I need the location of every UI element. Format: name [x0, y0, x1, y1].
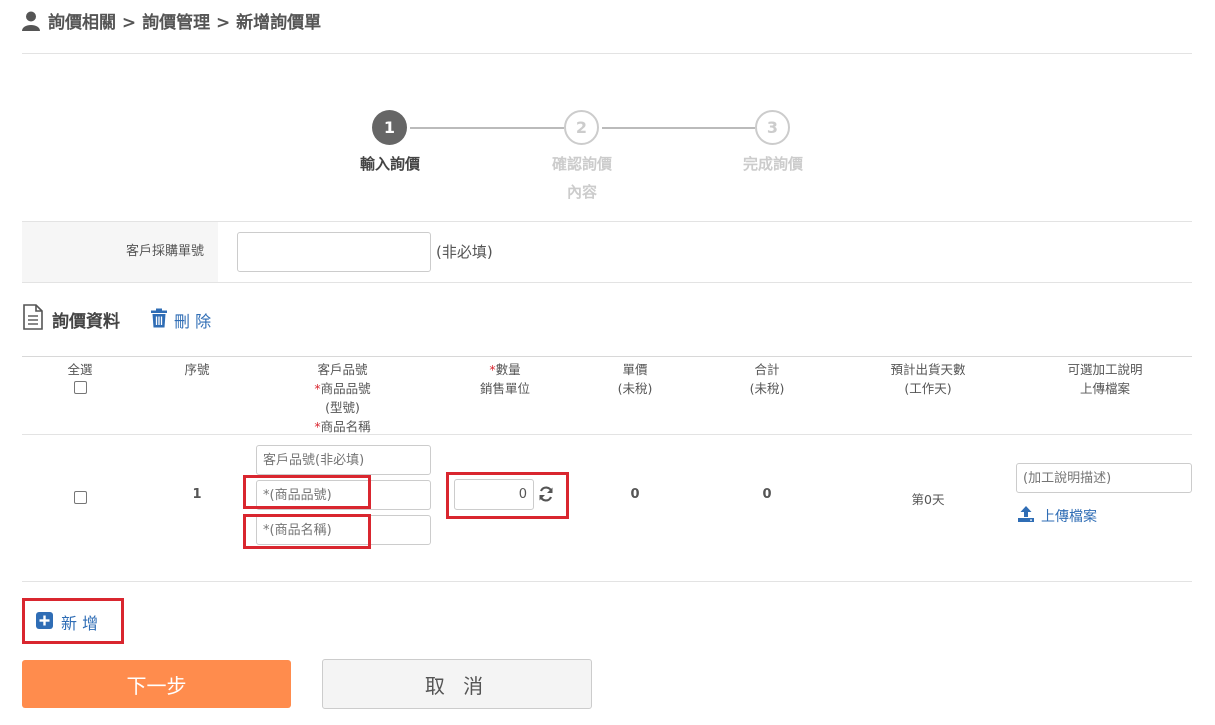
delete-label: 刪 除 [174, 312, 212, 331]
row-checkbox[interactable] [74, 491, 87, 504]
section-title-text: 詢價資料 [52, 312, 120, 332]
step-2-label: 確認詢價 內容 [551, 155, 612, 201]
th-total: 合計 (未稅) [749, 362, 785, 396]
row-ship-days: 第0天 [911, 492, 945, 507]
table-bottom-border [22, 581, 1192, 582]
highlight-box [243, 514, 371, 549]
user-icon [22, 11, 40, 31]
step-2-circle: 2 [564, 110, 599, 145]
plus-square-icon [36, 611, 53, 633]
processing-input[interactable] [1016, 463, 1192, 493]
step-connector [602, 127, 755, 129]
customer-po-label: 客戶採購單號 [22, 222, 218, 282]
table-top-border [22, 356, 1192, 357]
th-product: 客戶品號 *商品品號 (型號) *商品名稱 [314, 362, 371, 434]
divider [22, 53, 1192, 54]
highlight-box [243, 475, 371, 509]
step-connector [410, 127, 564, 129]
add-row-button[interactable]: 新 增 [36, 610, 98, 634]
trash-icon [150, 308, 168, 332]
highlight-box [446, 472, 569, 519]
table-header-border [22, 434, 1192, 435]
th-select-all: 全選 [40, 360, 120, 394]
upload-label: 上傳檔案 [1041, 509, 1097, 525]
section-title: 詢價資料 [22, 304, 120, 335]
delete-button[interactable]: 刪 除 [150, 308, 211, 332]
select-all-checkbox[interactable] [73, 381, 87, 394]
customer-po-hint: (非必填) [436, 243, 493, 261]
row-unit-price: 0 [630, 487, 640, 502]
row-seq: 1 [192, 487, 202, 502]
th-qty: *數量 銷售單位 [479, 362, 530, 396]
step-1-label: 輸入詢價 [359, 155, 420, 173]
th-seq: 序號 [184, 362, 210, 377]
step-1-circle: 1 [372, 110, 407, 145]
row-total: 0 [762, 487, 772, 502]
upload-file-button[interactable]: 上傳檔案 [1017, 505, 1097, 527]
cancel-button[interactable]: 取 消 [322, 659, 592, 709]
divider [22, 282, 1192, 283]
th-processing: 可選加工說明 上傳檔案 [1067, 362, 1143, 396]
add-label: 新 增 [61, 614, 99, 633]
step-3-label: 完成詢價 [742, 155, 803, 173]
th-unit-price: 單價 (未稅) [617, 362, 653, 396]
breadcrumb: 詢價相關 > 詢價管理 > 新增詢價單 [22, 8, 321, 33]
next-step-button[interactable]: 下一步 [22, 660, 291, 708]
customer-po-input[interactable] [237, 232, 431, 272]
document-icon [22, 304, 44, 335]
customer-part-input[interactable] [256, 445, 431, 475]
th-ship-days: 預計出貨天數 (工作天) [890, 362, 966, 396]
step-3-circle: 3 [755, 110, 790, 145]
table-row [74, 491, 87, 504]
breadcrumb-text: 詢價相關 > 詢價管理 > 新增詢價單 [48, 13, 322, 33]
upload-icon [1017, 505, 1035, 527]
